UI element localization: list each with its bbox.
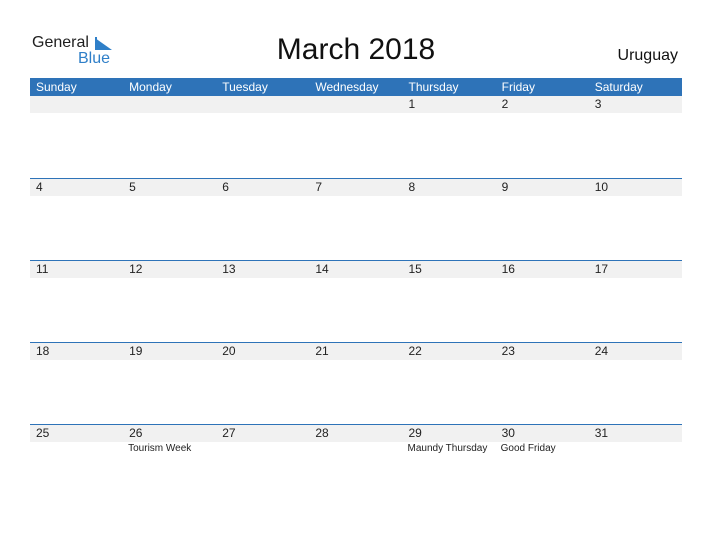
holiday-label: Good Friday [500,443,556,454]
holiday-label [30,442,123,456]
holiday-label: Tourism Week [128,443,192,454]
day-number [309,96,402,113]
date-strip: 4 5 6 7 8 9 10 [30,179,682,196]
holiday-label [216,442,309,456]
weekday-thursday: Thursday [408,80,459,94]
date-strip: 11 12 13 14 15 16 17 [30,261,682,278]
date-strip: 1 2 3 [30,96,682,113]
day-number [123,96,216,113]
holiday-label [589,442,682,456]
day-number: 4 [36,180,43,194]
date-strip: 18 19 20 21 22 23 24 [30,343,682,360]
week-row: 25 26 27 28 29 30 31 Tourism Week Maundy Thursda… [30,424,682,506]
weekday-tuesday: Tuesday [222,80,268,94]
day-number: 23 [501,344,515,358]
day-number: 24 [594,344,609,358]
calendar-title: March 2018 [276,33,436,66]
weekday-sunday: Sunday [36,80,77,94]
holiday-label: Maundy Thursday [407,443,488,454]
week-row: 18 19 20 21 22 23 24 [30,342,682,424]
day-number: 7 [315,180,323,194]
day-number [216,96,309,113]
events-row: Tourism Week Maundy Thursday Good Friday [30,442,682,456]
day-number: 17 [594,262,609,276]
weekday-wednesday: Wednesday [315,80,379,94]
day-number: 6 [222,180,229,194]
day-number: 10 [594,180,609,194]
day-number: 22 [408,344,422,358]
day-number: 13 [222,262,236,276]
week-row: 1 2 3 [30,96,682,178]
day-number: 5 [129,180,136,194]
day-number: 12 [129,262,143,276]
day-number: 19 [129,344,143,358]
day-number: 8 [408,180,416,194]
day-number: 31 [594,426,609,440]
weekday-header: Sunday Monday Tuesday Wednesday Thursday… [30,78,682,96]
date-strip: 25 26 27 28 29 30 31 [30,425,682,442]
day-number: 29 [408,426,422,440]
day-number: 15 [408,262,422,276]
day-number: 26 [129,426,143,440]
day-number: 25 [36,426,50,440]
country-label: Uruguay [617,47,678,64]
day-number: 27 [222,426,236,440]
day-number: 18 [36,344,50,358]
day-number: 20 [222,344,236,358]
calendar-grid: Sunday Monday Tuesday Wednesday Thursday… [30,78,682,506]
holiday-label [309,442,402,456]
day-number: 11 [36,262,49,276]
day-number: 16 [501,262,515,276]
day-number: 21 [315,344,329,358]
day-number: 30 [501,426,515,440]
day-number: 3 [594,97,602,111]
day-number: 28 [315,426,329,440]
week-row: 11 12 13 14 15 16 17 [30,260,682,342]
week-row: 4 5 6 7 8 9 10 [30,178,682,260]
day-number: 2 [501,97,509,111]
day-number [30,96,123,113]
day-number: 9 [501,180,509,194]
weekday-friday: Friday [501,80,535,94]
day-number: 14 [315,262,329,276]
weekday-monday: Monday [129,80,172,94]
day-number: 1 [408,97,416,111]
weekday-saturday: Saturday [594,80,643,94]
